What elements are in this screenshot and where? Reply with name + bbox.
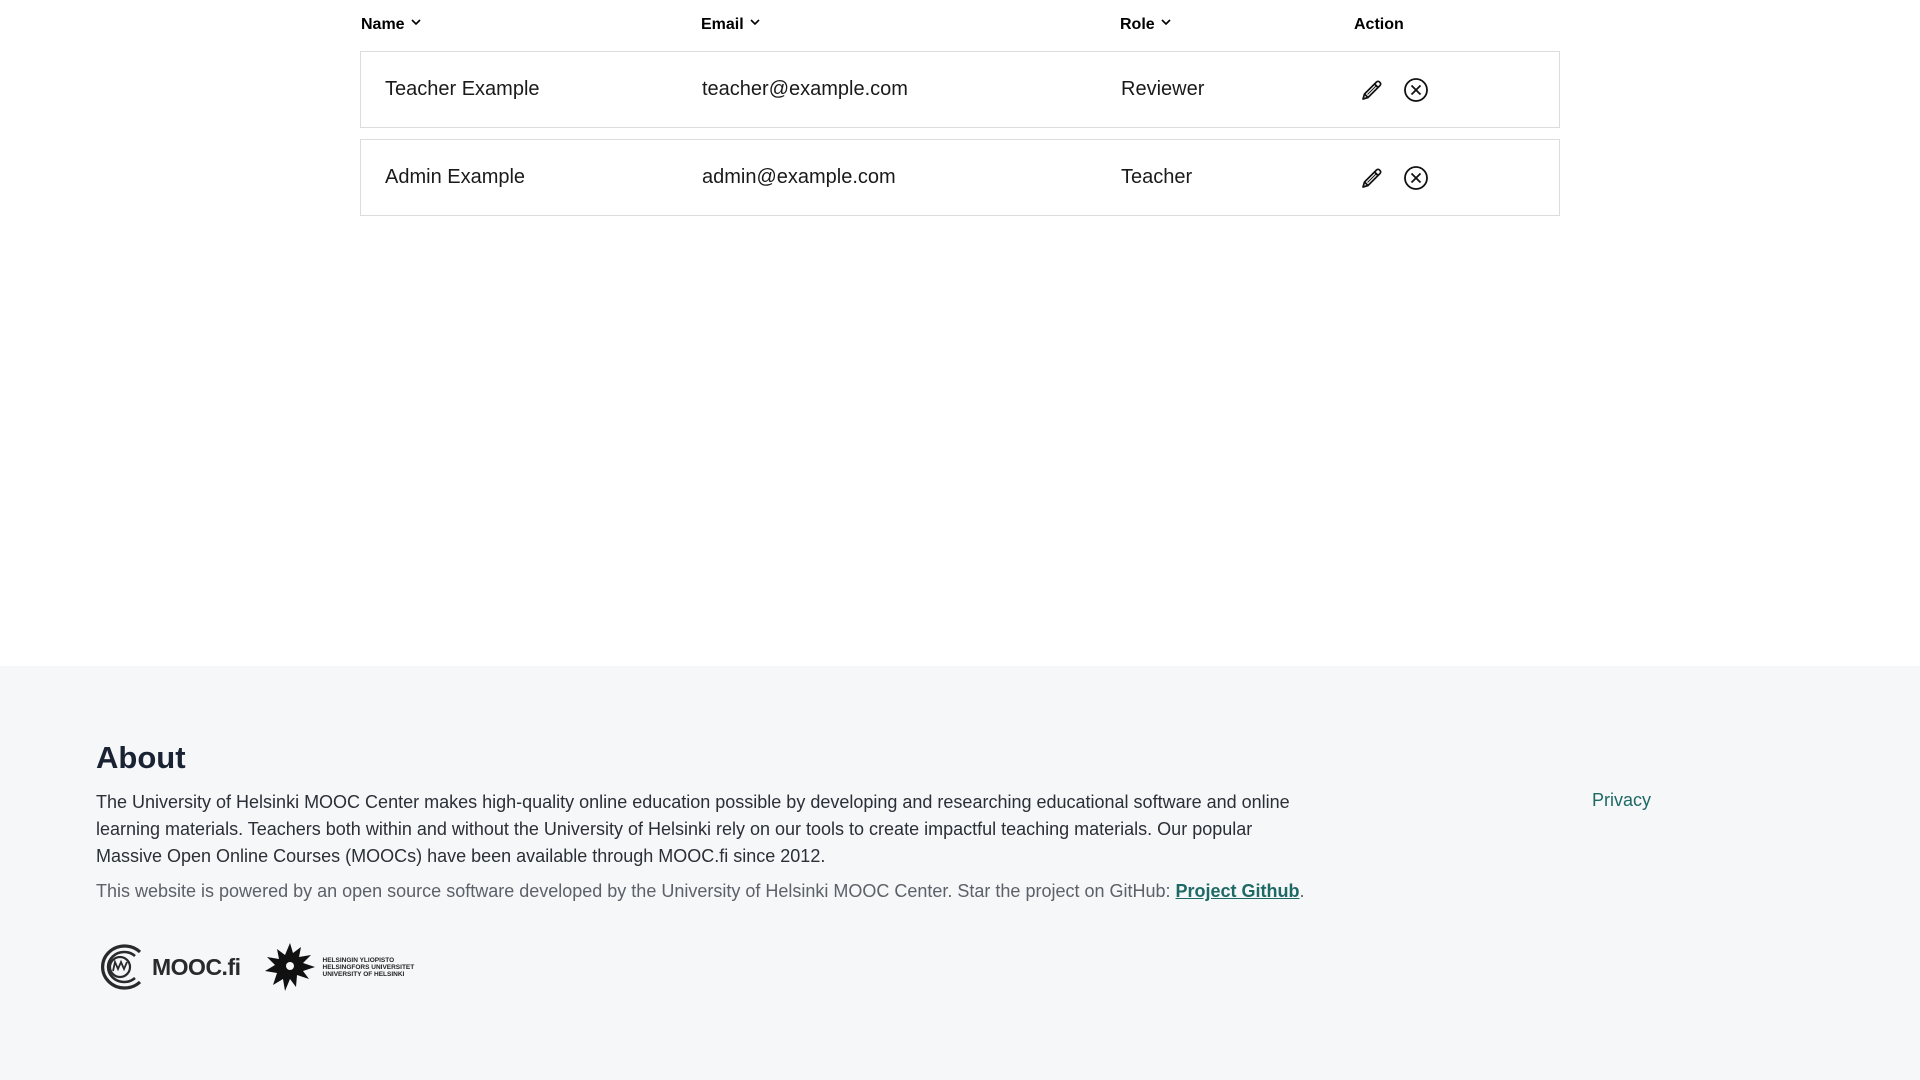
header-email-label: Email [701, 16, 744, 33]
chevron-down-icon [750, 19, 760, 26]
powered-by-text: This website is powered by an open sourc… [96, 878, 1396, 905]
helsinki-flame-emblem-icon [264, 943, 315, 991]
privacy-link[interactable]: Privacy [1592, 790, 1651, 811]
hy-logo-line: UNIVERSITY OF HELSINKI [322, 970, 405, 978]
pencil-icon [1362, 79, 1382, 100]
edit-button[interactable] [1357, 163, 1387, 193]
pencil-icon [1362, 167, 1382, 188]
header-action-label: Action [1354, 16, 1404, 33]
table-row: Admin Example admin@example.com Teacher [360, 139, 1560, 216]
close-circle-icon [1404, 77, 1428, 102]
mooc-logo-text: MOOC.fi [152, 953, 241, 980]
header-action: Action [1354, 16, 1404, 34]
sort-by-name-header[interactable]: Name [361, 16, 423, 34]
row-name: Admin Example [385, 166, 526, 188]
users-table: Name Email Role Action Teacher Example t… [360, 0, 1560, 227]
table-header: Name Email Role Action [360, 0, 1560, 51]
about-heading: About [96, 740, 186, 775]
header-role-label: Role [1120, 16, 1155, 33]
chevron-down-icon [1161, 19, 1171, 26]
remove-button[interactable] [1401, 75, 1431, 105]
footer-logos: MOOC.fi HELSINGIN YLIOPISTO HELSINGFORS … [96, 941, 414, 993]
project-github-link[interactable]: Project Github [1176, 881, 1300, 901]
close-circle-icon [1404, 165, 1428, 190]
row-actions [1357, 140, 1431, 215]
remove-button[interactable] [1401, 163, 1431, 193]
sort-by-role-header[interactable]: Role [1120, 16, 1173, 34]
row-email: teacher@example.com [702, 78, 908, 100]
about-text: The University of Helsinki MOOC Center m… [96, 792, 1290, 866]
row-role: Reviewer [1121, 78, 1205, 100]
sort-by-email-header[interactable]: Email [701, 16, 762, 34]
mooc-fi-logo[interactable]: MOOC.fi [96, 944, 241, 990]
hy-logo-line: HELSINGIN YLIOPISTO [322, 956, 395, 964]
edit-button[interactable] [1357, 75, 1387, 105]
hy-logo-text: HELSINGIN YLIOPISTO HELSINGFORS UNIVERSI… [323, 957, 415, 978]
header-name-label: Name [361, 16, 405, 33]
table-row: Teacher Example teacher@example.com Revi… [360, 51, 1560, 128]
powered-by-label: This website is powered by an open sourc… [96, 881, 1176, 901]
page: Name Email Role Action Teacher Example t… [0, 0, 1920, 1080]
row-name: Teacher Example [385, 78, 540, 100]
hy-logo-line: HELSINGFORS UNIVERSITET [322, 963, 415, 971]
row-actions [1357, 52, 1431, 127]
mooc-spiral-logo-icon [101, 944, 142, 990]
site-footer: About The University of Helsinki MOOC Ce… [0, 666, 1920, 1080]
chevron-down-icon [411, 19, 421, 26]
row-email: admin@example.com [702, 166, 896, 188]
row-role: Teacher [1121, 166, 1193, 188]
university-of-helsinki-logo[interactable]: HELSINGIN YLIOPISTO HELSINGFORS UNIVERSI… [263, 941, 415, 993]
powered-by-end: . [1299, 881, 1305, 901]
